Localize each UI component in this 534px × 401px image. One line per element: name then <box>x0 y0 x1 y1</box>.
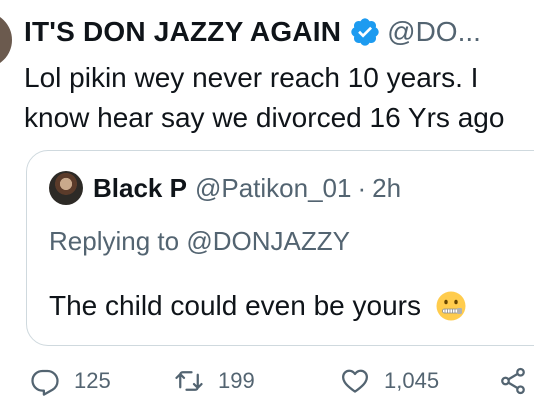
replying-to-mention[interactable]: @DONJAZZY <box>186 226 350 256</box>
quoted-tweet-header: Black P @Patikon_01 · 2h <box>49 171 401 205</box>
reply-button[interactable]: 125 <box>30 366 111 396</box>
replying-to-prefix: Replying to <box>49 226 180 256</box>
tweet-actions-bar: 125 199 1,045 <box>22 366 534 401</box>
quoted-tweet-text: The child could even be yours <box>49 290 421 321</box>
reply-count: 125 <box>74 368 111 393</box>
like-count: 1,045 <box>384 368 440 393</box>
share-icon <box>501 367 525 395</box>
author-handle[interactable]: @DO... <box>387 12 481 52</box>
share-button[interactable] <box>498 366 528 396</box>
quoted-tweet-body: The child could even be yours <box>49 287 467 325</box>
reply-icon <box>31 369 59 396</box>
meta-separator: · <box>357 173 367 203</box>
like-icon <box>342 369 368 393</box>
author-display-name[interactable]: IT'S DON JAZZY AGAIN <box>24 12 341 52</box>
like-button[interactable]: 1,045 <box>340 366 439 396</box>
tweet-view: IT'S DON JAZZY AGAIN @DO... Lol pikin we… <box>0 0 534 401</box>
tweet-body: Lol pikin wey never reach 10 years. I kn… <box>24 58 534 138</box>
retweet-count: 199 <box>218 368 255 393</box>
tweet-text-line: Lol pikin wey never reach 10 years. I <box>24 62 479 93</box>
retweet-button[interactable]: 199 <box>174 366 255 396</box>
quoted-author-display-name: Black P <box>93 173 187 203</box>
quoted-author-avatar <box>49 171 83 205</box>
tweet-header: IT'S DON JAZZY AGAIN @DO... <box>24 12 481 52</box>
zipper-mouth-face-icon <box>435 290 467 322</box>
quoted-tweet-time: 2h <box>372 173 402 203</box>
replying-to-line: Replying to @DONJAZZY <box>49 223 350 259</box>
retweet-icon <box>175 371 203 391</box>
quoted-tweet-card[interactable]: Black P @Patikon_01 · 2h Replying to @DO… <box>26 150 534 346</box>
tweet-text-line: know hear say we divorced 16 Yrs ago <box>24 102 505 133</box>
quoted-author-handle: @Patikon_01 <box>194 173 352 203</box>
verified-badge-icon <box>349 16 381 48</box>
author-avatar[interactable] <box>0 12 12 68</box>
